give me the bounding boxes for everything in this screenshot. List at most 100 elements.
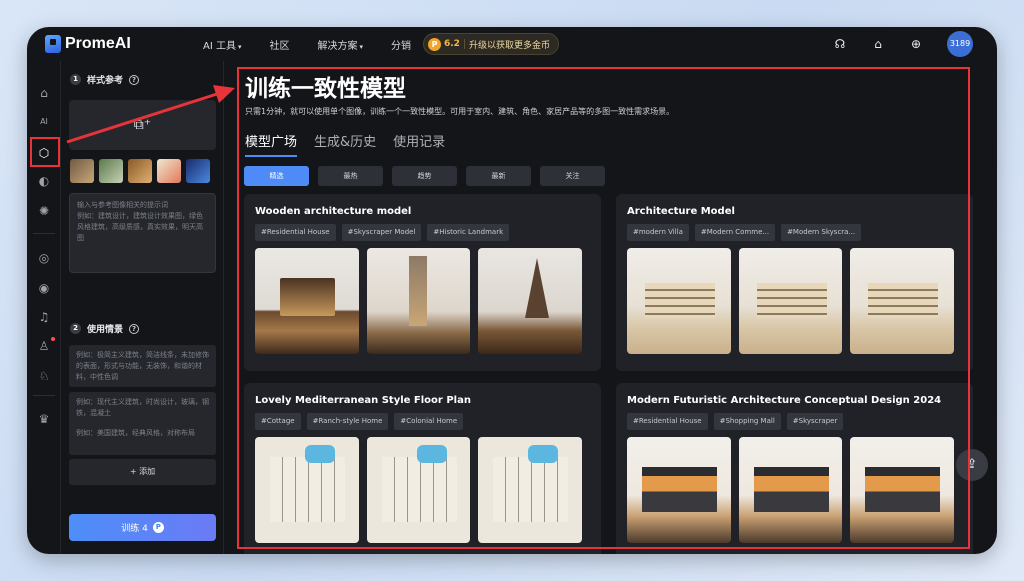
app-window: PromeAI AI 工具 ▾ 社区 解决方案 ▾ 分销 P 6.2 升级以获取更多… <box>27 27 997 554</box>
card-title: Lovely Mediterranean Style Floor Plan <box>255 395 471 406</box>
upgrade-label: 升级以获取更多金币 <box>468 40 550 51</box>
filter-featured[interactable]: 精选 <box>244 166 309 186</box>
top-right-actions: ☊ ⌂ ⊕ 3189 <box>809 31 973 57</box>
tag[interactable]: #Colonial Home <box>394 413 464 430</box>
left-icon-rail: ⌂ AI ⬡ ◐ ✺ ◎ ◉ ♫ ♙ ♘ ♛ <box>27 61 61 554</box>
model-card[interactable]: Modern Futuristic Architecture Conceptua… <box>616 383 973 554</box>
page-subtitle: 只需1分钟，就可以使用单个图像，训练一个一致性模型。可用于室内、建筑、角色、家居… <box>245 107 675 116</box>
help-icon[interactable]: ? <box>129 74 140 85</box>
card-title: Wooden architecture model <box>255 206 412 217</box>
model-preview-image[interactable] <box>738 437 843 543</box>
logo[interactable]: PromeAI <box>45 35 185 53</box>
notification-dot <box>51 337 55 341</box>
model-preview-image[interactable] <box>478 437 583 543</box>
style-thumbnail[interactable] <box>157 159 181 183</box>
prompt-input[interactable]: 输入与参考图像相关的提示词 例如：建筑设计，建筑设计效果图，绿色风格建筑，高级质… <box>69 193 216 273</box>
nav-community[interactable]: 社区 <box>269 37 289 52</box>
filter-latest[interactable]: 最新 <box>466 166 531 186</box>
filter-following[interactable]: 关注 <box>540 166 605 186</box>
style-thumbnail[interactable] <box>70 159 94 183</box>
tag[interactable]: #Ranch-style Home <box>306 413 389 430</box>
model-preview-image[interactable] <box>850 437 955 543</box>
step-label: 样式参考 <box>87 76 124 86</box>
tag[interactable]: #Historic Landmark <box>427 224 510 241</box>
model-preview-image[interactable] <box>255 248 359 354</box>
bulb-icon[interactable]: ✺ <box>34 201 54 221</box>
style-thumbnail[interactable] <box>186 159 210 183</box>
bell-icon[interactable]: ♫ <box>34 307 54 327</box>
tab-generate-history[interactable]: 生成&历史 <box>314 131 376 157</box>
logo-mark-icon <box>45 35 61 53</box>
style-thumbnails <box>70 159 215 183</box>
image-add-icon: ⧉⁺ <box>133 117 152 133</box>
tag[interactable]: #Modern Comme... <box>694 224 776 241</box>
avatar[interactable]: 3189 <box>947 31 973 57</box>
page-title: 训练一致性模型 <box>245 76 406 102</box>
model-preview-image[interactable] <box>738 248 843 354</box>
step-label: 使用情景 <box>87 325 124 335</box>
upgrade-button[interactable]: P 6.2 升级以获取更多金币 <box>423 33 559 55</box>
style-thumbnail[interactable] <box>99 159 123 183</box>
tab-bar: 模型广场 生成&历史 使用记录 <box>245 131 462 157</box>
settings-panel: 1 样式参考 ? ⧉⁺ 输入与参考图像相关的提示词 例如：建筑设计，建筑设计效果… <box>62 61 224 554</box>
step2-title: 2 使用情景 ? <box>70 322 140 335</box>
cube-icon[interactable]: ⬡ <box>34 143 54 163</box>
style-thumbnail[interactable] <box>128 159 152 183</box>
model-preview-image[interactable] <box>366 437 471 543</box>
model-card[interactable]: Wooden architecture model #Residential H… <box>244 194 601 371</box>
top-nav-bar: PromeAI AI 工具 ▾ 社区 解决方案 ▾ 分销 P 6.2 升级以获取更多… <box>27 27 997 61</box>
graduation-cap-icon[interactable]: ⌂ <box>871 37 885 51</box>
image-upload-area[interactable]: ⧉⁺ <box>69 100 216 150</box>
chevron-down-icon: ▾ <box>359 42 363 51</box>
tag[interactable]: #Skyscraper Model <box>341 224 422 241</box>
tag[interactable]: #Residential House <box>255 224 336 241</box>
tag[interactable]: #Cottage <box>255 413 301 430</box>
divider <box>463 39 465 49</box>
users-icon[interactable]: ♘ <box>34 366 54 386</box>
model-card[interactable]: Lovely Mediterranean Style Floor Plan #C… <box>244 383 601 554</box>
compass-icon[interactable]: ◎ <box>34 248 54 268</box>
ai-icon[interactable]: AI <box>34 112 54 132</box>
main-content: 训练一致性模型 只需1分钟，就可以使用单个图像，训练一个一致性模型。可用于室内、… <box>237 61 997 554</box>
nav-solutions[interactable]: 解决方案 ▾ <box>317 37 363 52</box>
tag[interactable]: #modern Villa <box>627 224 689 241</box>
model-preview-image[interactable] <box>366 248 471 354</box>
model-card[interactable]: Architecture Model #modern Villa #Modern… <box>616 194 973 371</box>
target-icon[interactable]: ◉ <box>34 278 54 298</box>
model-preview-image[interactable] <box>850 248 955 354</box>
chevron-down-icon: ▾ <box>237 42 242 51</box>
rail-divider <box>33 233 55 234</box>
coin-icon: P <box>428 37 441 51</box>
palette-icon[interactable]: ◐ <box>34 171 54 191</box>
tab-model-square[interactable]: 模型广场 <box>245 131 298 157</box>
nav-distribution[interactable]: 分销 <box>391 37 411 52</box>
filter-trend[interactable]: 趋势 <box>392 166 457 186</box>
filter-hot[interactable]: 最热 <box>318 166 383 186</box>
tag[interactable]: #Residential House <box>627 413 708 430</box>
card-title: Modern Futuristic Architecture Conceptua… <box>627 395 942 406</box>
model-preview-image[interactable] <box>255 437 359 543</box>
step-number: 1 <box>70 74 81 85</box>
model-preview-image[interactable] <box>627 437 731 543</box>
scene-input[interactable]: 例如：极简主义建筑，简洁线条，未加修饰的表面，形式与功能，无装饰，和谐的材料，中… <box>69 345 216 387</box>
coin-balance: 6.2 <box>444 39 460 49</box>
tag[interactable]: #Shopping Mall <box>713 413 781 430</box>
globe-icon[interactable]: ⊕ <box>909 37 923 51</box>
help-icon[interactable]: ? <box>129 323 140 334</box>
add-scene-button[interactable]: + 添加 <box>69 459 216 485</box>
train-label: 训练 4 <box>121 524 148 534</box>
share-float-button[interactable]: ⇪ <box>956 449 988 481</box>
model-preview-image[interactable] <box>478 248 583 354</box>
tag[interactable]: #Skyscraper <box>786 413 844 430</box>
home-icon[interactable]: ⌂ <box>34 83 54 103</box>
train-button[interactable]: 训练 4 P <box>69 514 216 541</box>
headset-icon[interactable]: ☊ <box>833 37 847 51</box>
model-preview-image[interactable] <box>627 248 731 354</box>
rail-divider <box>33 395 55 396</box>
filter-bar: 精选 最热 趋势 最新 关注 <box>244 166 614 186</box>
nav-ai-tools[interactable]: AI 工具 ▾ <box>203 37 241 52</box>
crown-icon[interactable]: ♛ <box>34 409 54 429</box>
tab-usage-records[interactable]: 使用记录 <box>393 131 445 157</box>
scene-input[interactable]: 例如：美国建筑，经典风格，对称布局 <box>69 423 216 455</box>
tag[interactable]: #Modern Skyscra... <box>781 224 862 241</box>
